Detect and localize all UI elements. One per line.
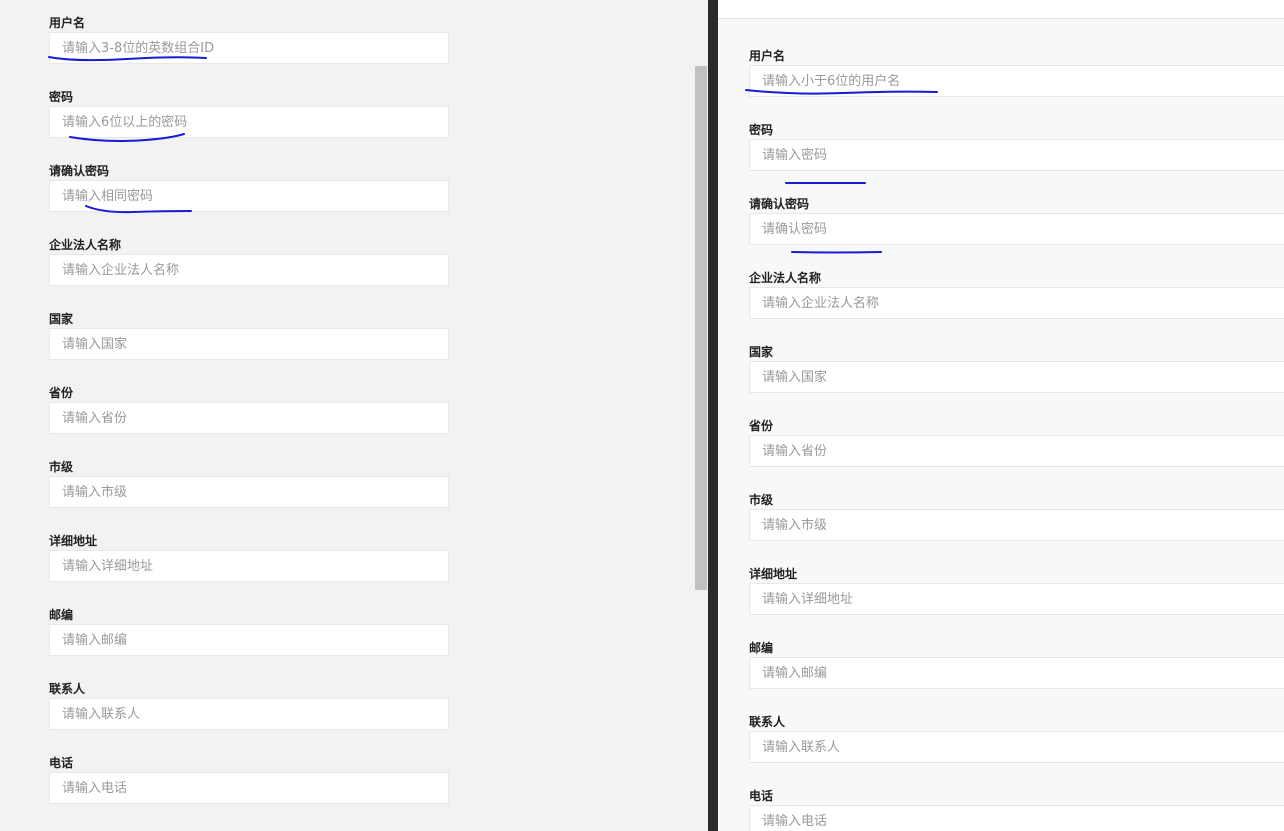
address-label: 详细地址 (749, 567, 798, 581)
confirm-password-input[interactable] (749, 213, 1284, 245)
country-label: 国家 (749, 345, 774, 359)
annotation-underline-confirm-password (85, 205, 192, 214)
postcode-label: 邮编 (749, 641, 774, 655)
right-top-bar (718, 0, 1284, 19)
password-label: 密码 (749, 123, 774, 137)
address-label: 详细地址 (49, 534, 98, 548)
city-input[interactable] (49, 476, 449, 508)
address-input[interactable] (749, 583, 1284, 615)
phone-input[interactable] (49, 772, 449, 804)
phone-label: 电话 (49, 756, 74, 770)
password-label: 密码 (49, 90, 74, 104)
left-scrollbar-thumb[interactable] (695, 66, 707, 590)
annotation-underline-password (69, 133, 185, 142)
left-form-panel: 用户名密码请确认密码企业法人名称国家省份市级详细地址邮编联系人电话 (0, 0, 694, 831)
username-label: 用户名 (749, 49, 786, 63)
right-form-panel: 用户名密码请确认密码企业法人名称国家省份市级详细地址邮编联系人电话 (718, 0, 1284, 831)
postcode-input[interactable] (49, 624, 449, 656)
legal-person-name-label: 企业法人名称 (49, 238, 122, 252)
phone-input[interactable] (749, 805, 1284, 831)
confirm-password-label: 请确认密码 (49, 164, 110, 178)
contact-person-input[interactable] (49, 698, 449, 730)
legal-person-name-input[interactable] (49, 254, 449, 286)
annotation-underline-confirm-password (791, 251, 882, 254)
province-input[interactable] (49, 402, 449, 434)
legal-person-name-label: 企业法人名称 (749, 271, 822, 285)
contact-person-input[interactable] (749, 731, 1284, 763)
username-label: 用户名 (49, 16, 86, 30)
postcode-label: 邮编 (49, 608, 74, 622)
country-input[interactable] (49, 328, 449, 360)
contact-person-label: 联系人 (49, 682, 86, 696)
phone-label: 电话 (749, 789, 774, 803)
city-label: 市级 (49, 460, 74, 474)
province-label: 省份 (49, 386, 74, 400)
confirm-password-label: 请确认密码 (749, 197, 810, 211)
contact-person-label: 联系人 (749, 715, 786, 729)
province-label: 省份 (749, 419, 774, 433)
annotation-underline-username (48, 56, 207, 62)
province-input[interactable] (749, 435, 1284, 467)
left-scrollbar[interactable] (694, 0, 708, 831)
password-input[interactable] (749, 139, 1284, 171)
annotation-underline-password (785, 182, 866, 184)
address-input[interactable] (49, 550, 449, 582)
country-label: 国家 (49, 312, 74, 326)
panel-divider (708, 0, 718, 831)
annotation-underline-username (745, 89, 938, 95)
country-input[interactable] (749, 361, 1284, 393)
postcode-input[interactable] (749, 657, 1284, 689)
city-input[interactable] (749, 509, 1284, 541)
city-label: 市级 (749, 493, 774, 507)
legal-person-name-input[interactable] (749, 287, 1284, 319)
